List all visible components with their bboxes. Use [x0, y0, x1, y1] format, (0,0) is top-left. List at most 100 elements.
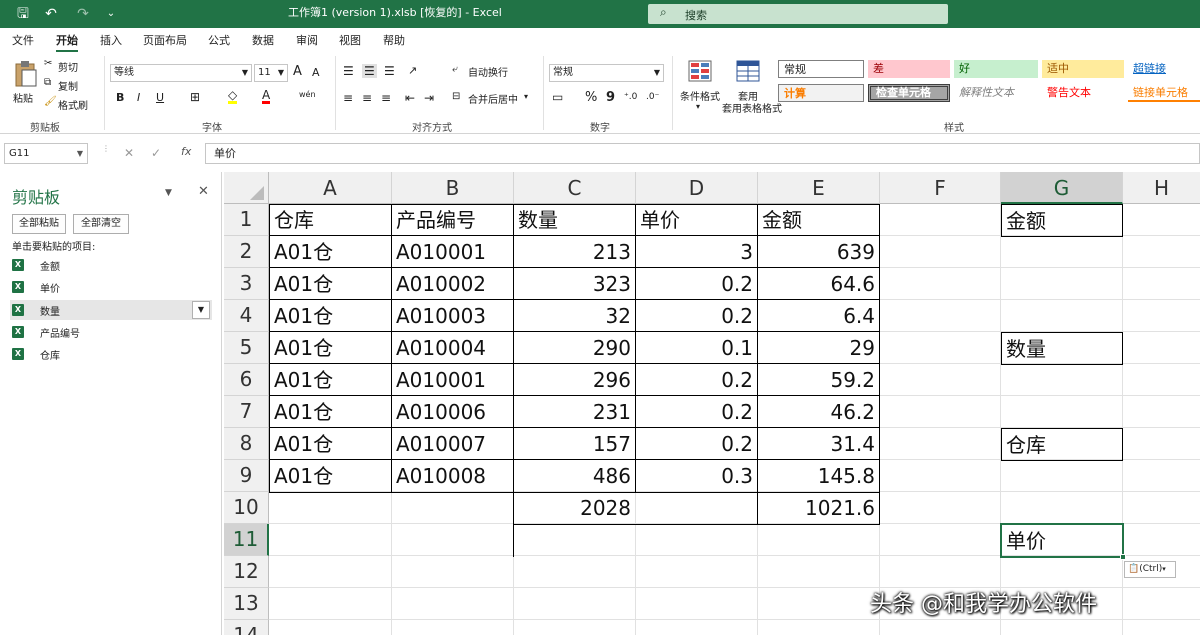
cell-b9[interactable]: A010008	[392, 460, 513, 492]
clipboard-item[interactable]: X 产品编号	[10, 322, 212, 342]
row-header-7[interactable]: 7	[224, 396, 269, 428]
cell-e4[interactable]: 6.4	[758, 300, 879, 332]
row-header-5[interactable]: 5	[224, 332, 269, 364]
decrease-decimal-icon[interactable]: .0⁻	[646, 92, 659, 102]
phonetic-guide-button[interactable]: wén	[299, 90, 316, 99]
font-size-select[interactable]: 11 ▼	[254, 64, 288, 82]
cell-e10[interactable]: 1021.6	[758, 492, 879, 524]
cell-a4[interactable]: A01仓	[270, 300, 391, 332]
search-box[interactable]: ⌕ 搜索	[648, 4, 948, 24]
column-header-c[interactable]: C	[514, 172, 636, 204]
cell-d4[interactable]: 0.2	[636, 300, 757, 332]
cell-b2[interactable]: A010001	[392, 236, 513, 268]
tab-file[interactable]: 文件	[12, 32, 34, 48]
cell-d1[interactable]: 单价	[636, 204, 757, 236]
style-check-cell[interactable]: 检查单元格	[868, 84, 950, 102]
clear-all-button[interactable]: 全部清空	[73, 214, 129, 234]
tab-page-layout[interactable]: 页面布局	[143, 32, 187, 48]
cancel-icon[interactable]: ✕	[124, 146, 134, 160]
cell-a1[interactable]: 仓库	[270, 204, 391, 236]
row-header-9[interactable]: 9	[224, 460, 269, 492]
tab-formulas[interactable]: 公式	[208, 32, 230, 48]
font-color-icon[interactable]: A	[262, 89, 271, 104]
tab-review[interactable]: 审阅	[296, 32, 318, 48]
row-header-6[interactable]: 6	[224, 364, 269, 396]
cell-c5[interactable]: 290	[514, 332, 635, 364]
cell-b3[interactable]: A010002	[392, 268, 513, 300]
cell-b7[interactable]: A010006	[392, 396, 513, 428]
merge-center-button[interactable]: ⊟ 合并后居中 ▾	[452, 91, 536, 107]
name-box[interactable]: G11 ▼	[4, 143, 88, 164]
style-neutral[interactable]: 适中	[1042, 60, 1124, 78]
cell-d2[interactable]: 3	[636, 236, 757, 268]
clipboard-item[interactable]: X 金额	[10, 255, 212, 275]
shrink-font-button[interactable]: A	[312, 66, 320, 79]
more-options-icon[interactable]: ⋮	[102, 144, 110, 153]
cell-e3[interactable]: 64.6	[758, 268, 879, 300]
font-name-select[interactable]: 等线 ▼	[110, 64, 252, 82]
cell-b1[interactable]: 产品编号	[392, 204, 513, 236]
column-header-h[interactable]: H	[1123, 172, 1200, 204]
style-linked-cell[interactable]: 链接单元格	[1128, 84, 1200, 102]
row-header-3[interactable]: 3	[224, 268, 269, 300]
tab-insert[interactable]: 插入	[100, 32, 122, 48]
row-header-2[interactable]: 2	[224, 236, 269, 268]
cell-e9[interactable]: 145.8	[758, 460, 879, 492]
cell-b8[interactable]: A010007	[392, 428, 513, 460]
copy-button[interactable]: ⧉ 复制	[44, 77, 104, 93]
cell-a9[interactable]: A01仓	[270, 460, 391, 492]
style-warning[interactable]: 警告文本	[1042, 84, 1124, 102]
fill-color-icon[interactable]: ◇	[228, 89, 238, 104]
column-header-a[interactable]: A	[269, 172, 392, 204]
cell-d9[interactable]: 0.3	[636, 460, 757, 492]
enter-icon[interactable]: ✓	[151, 146, 161, 160]
column-header-f[interactable]: F	[880, 172, 1001, 204]
percent-button[interactable]: %	[585, 90, 597, 105]
comma-style-button[interactable]: 9	[606, 90, 615, 105]
cell-b4[interactable]: A010003	[392, 300, 513, 332]
style-normal[interactable]: 常规	[778, 60, 864, 78]
cell-c3[interactable]: 323	[514, 268, 635, 300]
cell-e5[interactable]: 29	[758, 332, 879, 364]
currency-icon[interactable]: ▭	[552, 90, 563, 104]
row-header-4[interactable]: 4	[224, 300, 269, 332]
align-middle-icon[interactable]: ☰	[362, 64, 377, 78]
paste-options-button[interactable]: 📋(Ctrl)▾	[1124, 561, 1176, 578]
close-icon[interactable]: ✕	[198, 184, 209, 199]
column-header-e[interactable]: E	[758, 172, 880, 204]
pane-options-icon[interactable]: ▼	[165, 188, 172, 198]
borders-icon[interactable]: ⊞	[190, 90, 200, 104]
cell-e2[interactable]: 639	[758, 236, 879, 268]
style-calculation[interactable]: 计算	[778, 84, 864, 102]
cell-a8[interactable]: A01仓	[270, 428, 391, 460]
select-all-corner[interactable]	[224, 172, 269, 204]
underline-button[interactable]: U	[156, 91, 164, 104]
italic-button[interactable]: I	[137, 91, 140, 104]
style-hyperlink[interactable]: 超链接	[1128, 60, 1200, 78]
cell-d8[interactable]: 0.2	[636, 428, 757, 460]
row-header-1[interactable]: 1	[224, 204, 269, 236]
wrap-text-button[interactable]: ⤶ 自动换行	[452, 64, 528, 80]
clipboard-item[interactable]: X 单价	[10, 277, 212, 297]
column-header-b[interactable]: B	[392, 172, 514, 204]
conditional-format-button[interactable]: 条件格式 ▾	[678, 58, 722, 114]
tab-home[interactable]: 开始	[56, 32, 78, 53]
increase-decimal-icon[interactable]: ⁺.0	[624, 92, 637, 102]
style-bad[interactable]: 差	[868, 60, 950, 78]
cell-e1[interactable]: 金额	[758, 204, 879, 236]
decrease-indent-icon[interactable]: ⇤	[405, 91, 415, 105]
cell-a7[interactable]: A01仓	[270, 396, 391, 428]
align-center-icon[interactable]: ≡	[362, 91, 372, 105]
format-as-table-button[interactable]: 套用 套用表格格式	[722, 58, 782, 115]
cell-d7[interactable]: 0.2	[636, 396, 757, 428]
style-explanatory[interactable]: 解释性文本	[954, 84, 1038, 102]
cell-e6[interactable]: 59.2	[758, 364, 879, 396]
cell-c8[interactable]: 157	[514, 428, 635, 460]
cell-g8[interactable]: 仓库	[1001, 428, 1123, 461]
tab-help[interactable]: 帮助	[383, 32, 405, 48]
paste-button[interactable]: 粘贴	[8, 56, 42, 114]
align-right-icon[interactable]: ≡	[381, 91, 391, 105]
column-header-d[interactable]: D	[636, 172, 758, 204]
column-header-g[interactable]: G	[1001, 172, 1123, 204]
cell-a3[interactable]: A01仓	[270, 268, 391, 300]
